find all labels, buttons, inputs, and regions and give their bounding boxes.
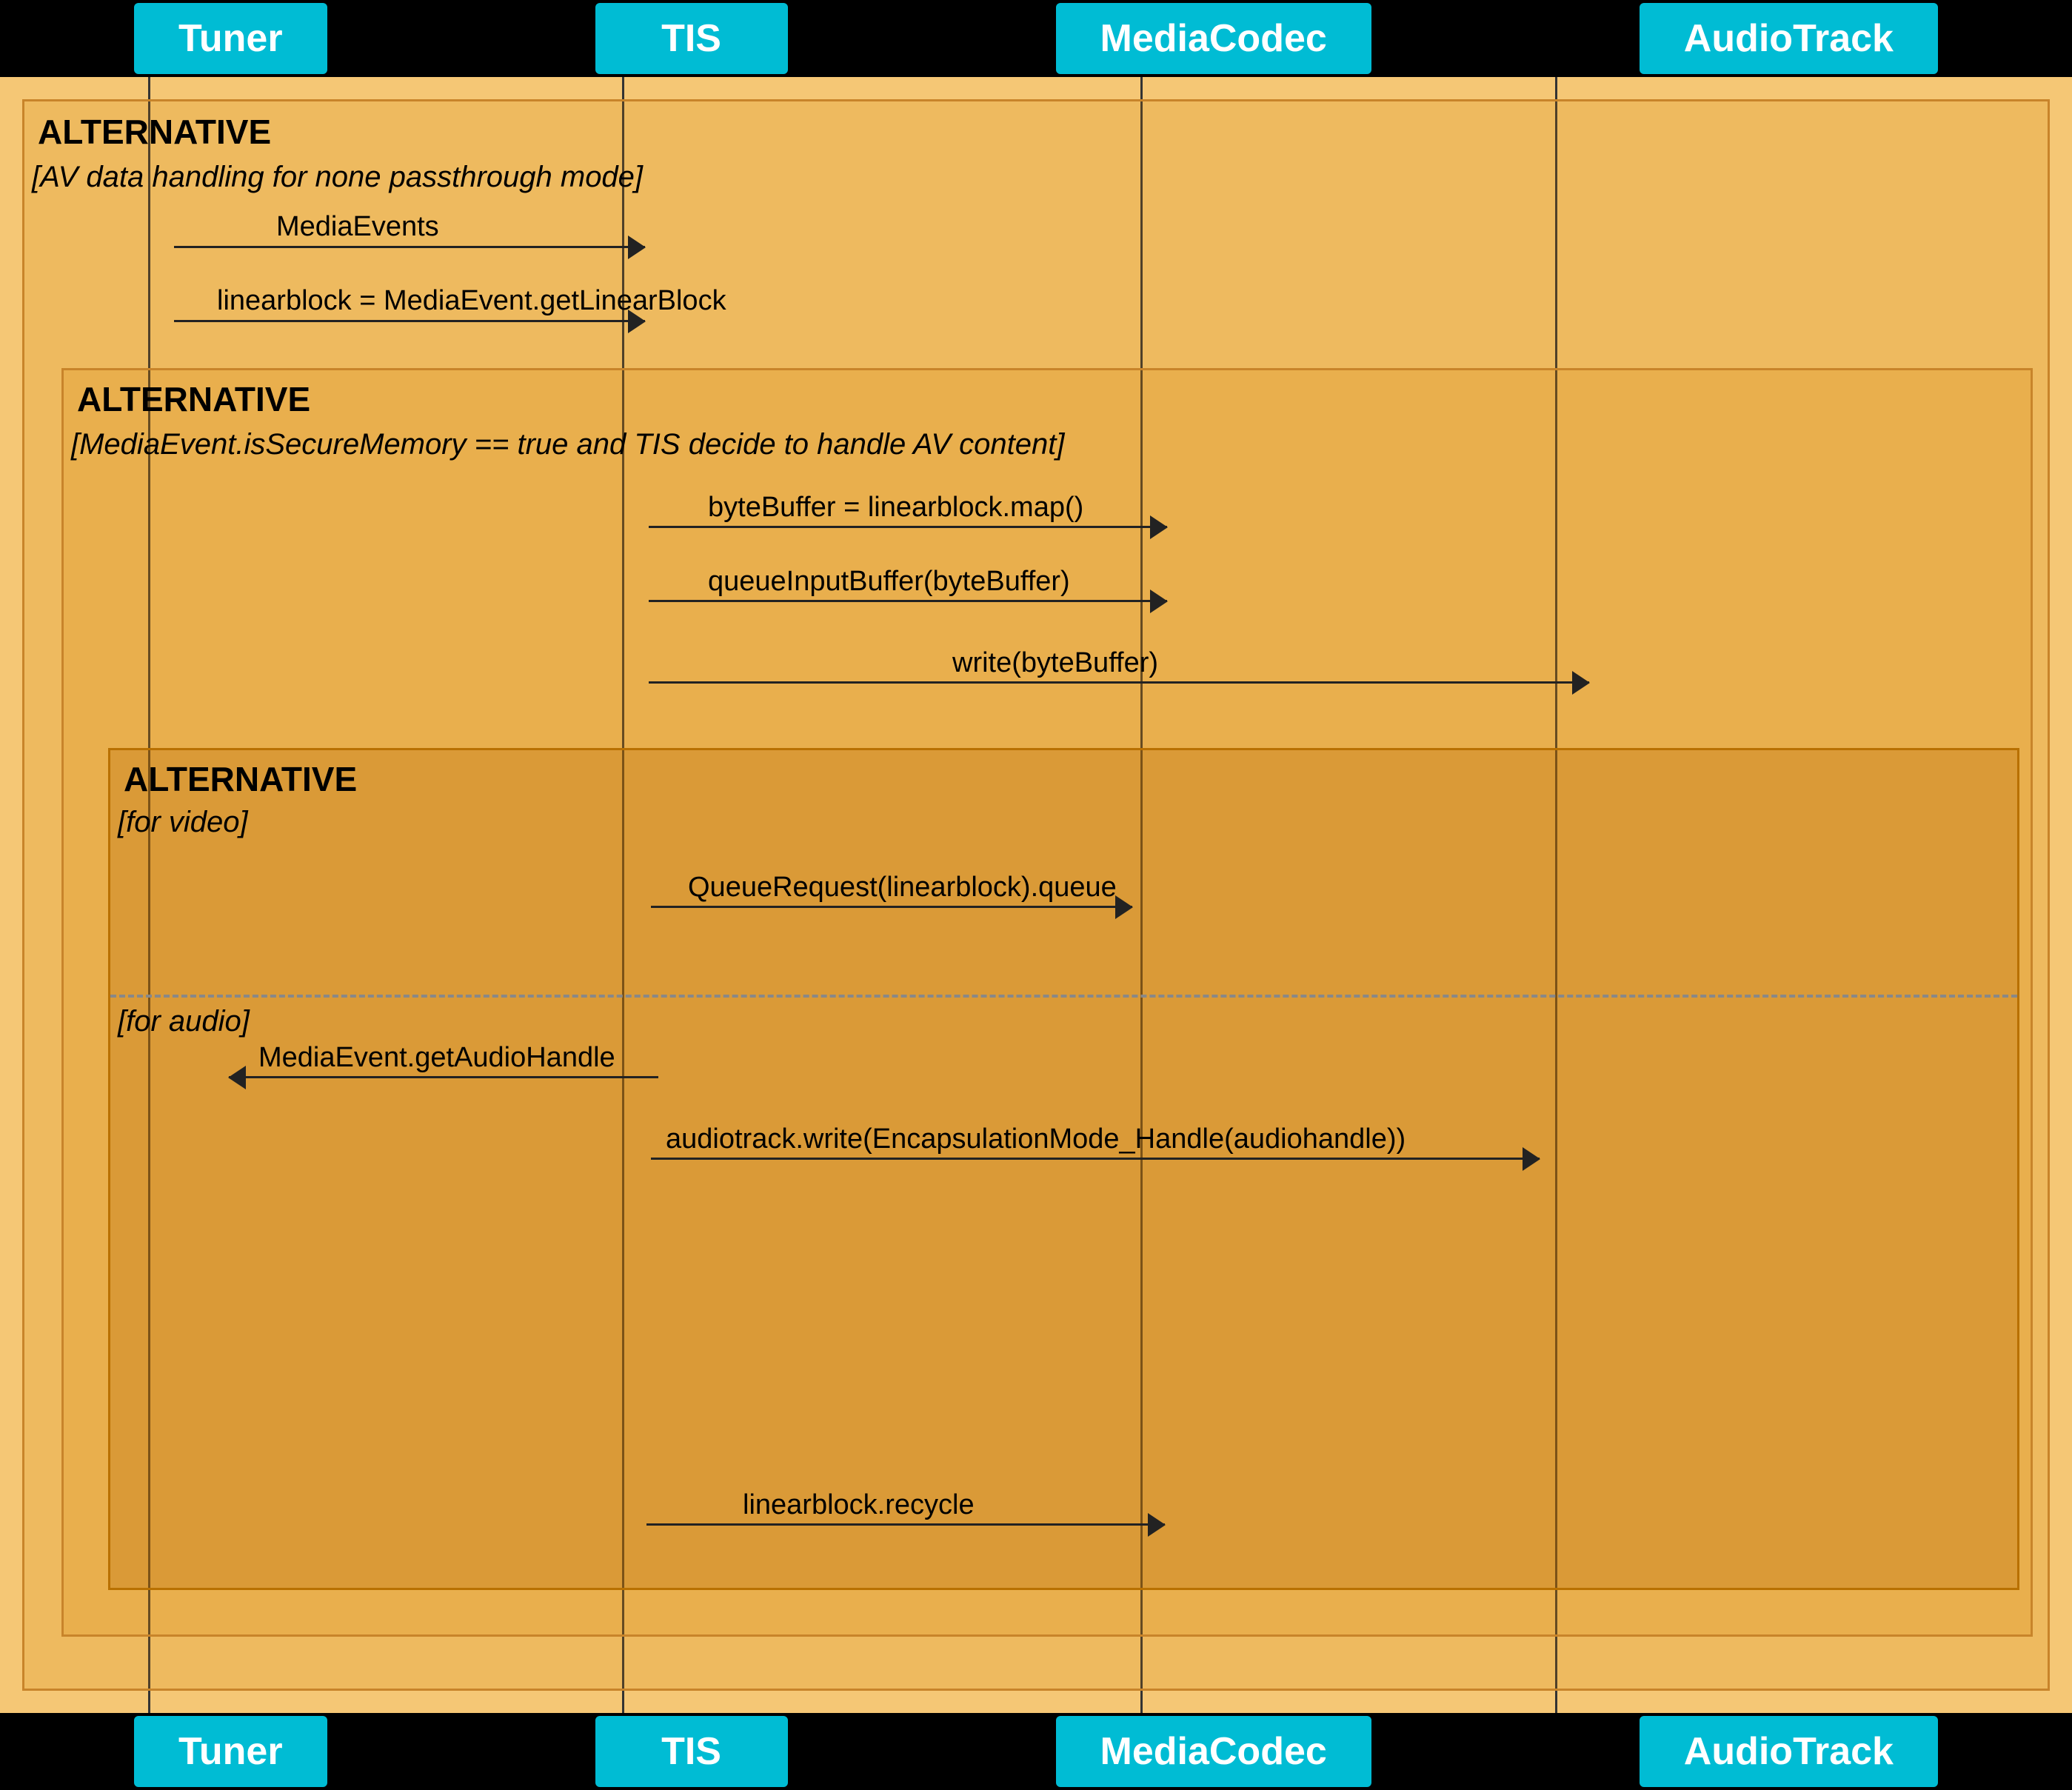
alt3-condition-video: [for video] xyxy=(118,806,248,839)
alt-box-3: ALTERNATIVE [for video] QueueRequest(lin… xyxy=(108,748,2019,1590)
arrow-write-bytebuffer xyxy=(649,681,1589,684)
alt3-label: ALTERNATIVE xyxy=(124,759,357,799)
actor-tis-top: TIS xyxy=(595,3,788,74)
arrow-get-audio-handle xyxy=(229,1076,658,1078)
alt1-label: ALTERNATIVE xyxy=(38,112,271,152)
actor-tuner-bottom: Tuner xyxy=(134,1716,327,1787)
alt-box-2: ALTERNATIVE [MediaEvent.isSecureMemory =… xyxy=(61,368,2033,1637)
label-media-events: MediaEvents xyxy=(276,211,439,243)
arrow-queue-input xyxy=(649,600,1167,602)
label-bytebuffer-map: byteBuffer = linearblock.map() xyxy=(708,492,1083,524)
actor-tis-bottom: TIS xyxy=(595,1716,788,1787)
alt1-condition: [AV data handling for none passthrough m… xyxy=(32,161,643,194)
label-linearblock-recycle: linearblock.recycle xyxy=(743,1489,975,1521)
alt-box-1: ALTERNATIVE [AV data handling for none p… xyxy=(22,99,2050,1691)
actor-tuner-top: Tuner xyxy=(134,3,327,74)
actor-audiotrack-bottom: AudioTrack xyxy=(1640,1716,1938,1787)
actor-mediacodec-bottom: MediaCodec xyxy=(1056,1716,1371,1787)
arrow-bytebuffer-map xyxy=(649,526,1167,528)
arrow-audiotrack-write xyxy=(651,1158,1540,1160)
label-audiotrack-write: audiotrack.write(EncapsulationMode_Handl… xyxy=(666,1123,1406,1155)
label-queue-input: queueInputBuffer(byteBuffer) xyxy=(708,566,1070,598)
sequence-diagram: Tuner TIS MediaCodec AudioTrack ALTERNAT… xyxy=(0,0,2072,1790)
label-get-audio-handle: MediaEvent.getAudioHandle xyxy=(258,1042,615,1074)
actor-mediacodec-top: MediaCodec xyxy=(1056,3,1371,74)
label-linearblock-get: linearblock = MediaEvent.getLinearBlock xyxy=(217,285,726,317)
label-queue-request: QueueRequest(linearblock).queue xyxy=(688,872,1117,904)
actor-audiotrack-top: AudioTrack xyxy=(1640,3,1938,74)
top-bar: Tuner TIS MediaCodec AudioTrack xyxy=(0,0,2072,77)
arrow-media-events xyxy=(174,246,645,248)
alt2-condition: [MediaEvent.isSecureMemory == true and T… xyxy=(71,428,1065,461)
label-write-bytebuffer: write(byteBuffer) xyxy=(952,647,1158,679)
content-area: ALTERNATIVE [AV data handling for none p… xyxy=(0,77,2072,1713)
arrow-linearblock-recycle xyxy=(646,1523,1165,1526)
bottom-bar: Tuner TIS MediaCodec AudioTrack xyxy=(0,1713,2072,1790)
arrow-linearblock-get xyxy=(174,320,645,322)
alt3-condition-audio: [for audio] xyxy=(118,1005,250,1038)
arrow-queue-request xyxy=(651,906,1132,908)
alt2-label: ALTERNATIVE xyxy=(77,379,310,419)
alt3-separator xyxy=(110,995,2017,998)
